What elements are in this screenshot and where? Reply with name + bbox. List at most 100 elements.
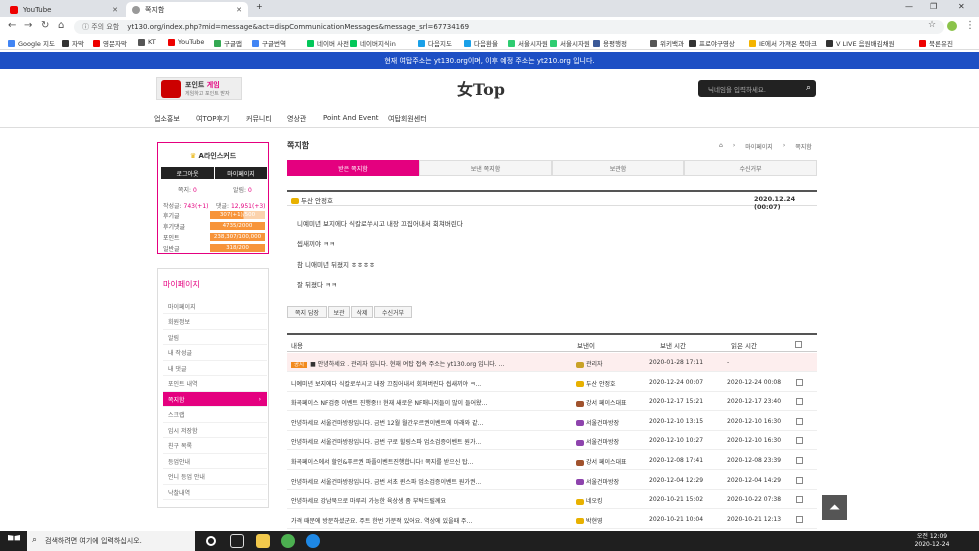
bookmark-item[interactable]: 북론유진 <box>919 38 953 48</box>
close-tab-icon[interactable]: ✕ <box>236 6 242 14</box>
cortana-icon[interactable] <box>206 536 216 546</box>
table-row[interactable]: 공지 ■ 안녕하세요 . 관리자 입니다. 현재 여탑 접속 주소는 yt130.… <box>287 353 817 372</box>
bookmark-item[interactable]: 용평행정 <box>593 38 627 48</box>
minimize-button[interactable]: — <box>905 2 913 11</box>
delete-button[interactable]: 삭제 <box>351 306 373 318</box>
back-icon[interactable]: ← <box>8 20 16 31</box>
table-row[interactable]: 화곡페이스 NF검증 이벤트 진행중!! 현재 새로운 NF매니저들이 많이 들… <box>287 392 817 412</box>
bookmark-item[interactable]: 네이버 사전 <box>307 38 349 48</box>
bookmark-item[interactable]: 위키백과 <box>650 38 684 48</box>
bookmark-item[interactable]: 자막 <box>62 38 84 48</box>
nickname-search-input[interactable]: 닉네임을 입력하세요. ⌕ <box>698 80 816 97</box>
bookmark-item[interactable]: 영문자막 <box>93 38 127 48</box>
menu-item-point-event[interactable]: Point And Event <box>323 114 379 122</box>
bookmark-item[interactable]: IE에서 가져온 북마크 <box>749 38 817 48</box>
point-game-banner[interactable]: 포인트 게임 게임하고 포인트 받자 <box>156 77 242 100</box>
message-subject[interactable]: 공지 ■ 안녕하세요 . 관리자 입니다. 현재 여탑 접속 주소는 yt130.… <box>291 359 541 368</box>
bookmark-item[interactable]: 구글맵 <box>214 38 242 48</box>
maximize-button[interactable]: ❐ <box>930 2 937 11</box>
tab-inbox[interactable]: 받은 쪽지함 <box>287 160 419 176</box>
message-sender[interactable]: 네오킹 <box>576 496 603 505</box>
tab-messages[interactable]: 쪽지함 ✕ <box>126 2 248 17</box>
block-button[interactable]: 수신거부 <box>374 306 412 318</box>
menu-item-promo[interactable]: 업소홍보 <box>154 114 180 124</box>
edge-icon[interactable] <box>306 534 320 548</box>
chrome-icon[interactable] <box>281 534 295 548</box>
message-sender[interactable]: 관리자 <box>576 359 603 368</box>
bookmark-item[interactable]: 프로야구영상 <box>689 38 735 48</box>
table-row[interactable]: 화곡페이스에서 할인&푸르권 파플이벤트진행합니다! 쪽지를 받으신 탑... 강… <box>287 451 817 470</box>
message-subject[interactable]: 화곡페이스 NF검증 이벤트 진행중!! 현재 새로운 NF매니저들이 많이 들… <box>291 398 541 407</box>
scroll-top-button[interactable]: ⏶ <box>822 495 847 520</box>
menu-item-reviews[interactable]: 여TOP후기 <box>196 114 229 124</box>
message-subject[interactable]: 니예미년 보지에다 식칼로쑤시고 내장 끄집어내서 회쳐버린다 씹새끼야 ㅋ..… <box>291 379 541 388</box>
menu-item-video[interactable]: 영상관 <box>287 114 306 124</box>
mypage-item[interactable]: 포인트 내역 <box>163 377 267 392</box>
tab-youtube[interactable]: YouTube ✕ <box>4 2 124 17</box>
table-row[interactable]: 안녕하세요 서울건마방장입니다. 금번 서초 퀸스파 업소검증이벤트 원가권..… <box>287 471 817 490</box>
menu-kebab-icon[interactable]: ⋮ <box>965 20 975 31</box>
message-sender[interactable]: 두산 안정호 <box>291 195 333 205</box>
mypage-item[interactable]: 낙찰내역 <box>163 485 267 500</box>
bookmark-item[interactable]: 다음지도 <box>418 38 452 48</box>
mypage-button[interactable]: 마이페이지 <box>215 167 267 179</box>
message-sender[interactable]: 박현영 <box>576 516 603 525</box>
site-logo[interactable]: 女Top <box>457 76 505 100</box>
row-checkbox[interactable] <box>796 476 803 484</box>
message-subject[interactable]: 안녕하세요 서울건마방장입니다. 금번 서초 퀸스파 업소검증이벤트 원가권..… <box>291 477 541 486</box>
message-sender[interactable]: 서울건마방장 <box>576 418 619 427</box>
select-all-checkbox[interactable] <box>795 341 802 348</box>
system-clock[interactable]: 오전 12:09 2020-12-24 <box>912 533 952 549</box>
message-subject[interactable]: 안녕하세요 서울건마방장입니다. 금번 12월 월간우르권이벤트에 아래와 같.… <box>291 418 541 427</box>
bookmark-item[interactable]: 서울시자원 <box>508 38 548 48</box>
windows-start-icon[interactable] <box>8 535 20 541</box>
bookmark-item[interactable]: V LIVE 음원배김채원 <box>826 38 895 48</box>
tab-sent[interactable]: 보낸 쪽지함 <box>419 160 552 176</box>
archive-button[interactable]: 보관 <box>328 306 350 318</box>
message-subject[interactable]: 안녕하세요 강남묵으로 마루리 가능한 육상생 좀 부탁드릴께요 <box>291 496 541 505</box>
bookmark-item[interactable]: Google 지도 <box>8 38 55 48</box>
tab-blocked[interactable]: 수신거부 <box>684 160 817 176</box>
profile-avatar[interactable] <box>947 21 957 31</box>
mypage-item[interactable]: 내 작성글 <box>163 346 267 361</box>
message-sender[interactable]: 두산 안정호 <box>576 379 616 388</box>
bookmark-item[interactable]: YouTube <box>168 38 204 46</box>
menu-item-community[interactable]: 커뮤니티 <box>246 114 272 124</box>
row-checkbox[interactable] <box>796 378 803 386</box>
table-row[interactable]: 안녕하세요 강남묵으로 마루리 가능한 육상생 좀 부탁드릴께요 네오킹 2020-… <box>287 490 817 510</box>
task-view-icon[interactable] <box>230 534 244 548</box>
reply-button[interactable]: 쪽지 답장 <box>287 306 327 318</box>
search-icon[interactable]: ⌕ <box>806 83 811 93</box>
table-row[interactable]: 안녕하세요 서울건마방장입니다. 금번 구로 힐링스파 업소검증이벤트 원가..… <box>287 431 817 451</box>
row-checkbox[interactable] <box>796 457 803 464</box>
alarm-count[interactable]: 알림: 0 <box>233 185 252 194</box>
home-icon[interactable]: ⌂ <box>58 20 64 31</box>
mypage-item[interactable]: 쪽지함 › <box>163 392 267 407</box>
bookmark-item[interactable]: 네이버지식in <box>350 38 396 48</box>
note-count[interactable]: 쪽지: 0 <box>178 185 197 194</box>
reload-icon[interactable]: ↻ <box>41 20 49 31</box>
row-checkbox[interactable] <box>796 398 803 406</box>
home-icon[interactable]: ⌂ <box>719 142 723 151</box>
message-sender[interactable]: 강서 페이스대표 <box>576 398 627 407</box>
taskbar-search-input[interactable]: ⌕ 검색하려면 여기에 입력하십시오. <box>27 531 195 551</box>
mypage-item[interactable]: 스크랩 <box>163 408 267 423</box>
message-sender[interactable]: 서울건마방장 <box>576 437 619 446</box>
mypage-item[interactable]: 임시 저장함 <box>163 423 267 438</box>
table-row[interactable]: 가격 때문에 방문하셨군요. 주트 한번 가분적 있어요. 역상에 있을때 주.… <box>287 510 817 529</box>
forward-icon[interactable]: → <box>24 20 32 31</box>
menu-item-member-center[interactable]: 여탑회원센터 <box>388 114 427 124</box>
row-checkbox[interactable] <box>796 515 803 523</box>
table-row[interactable]: 니예미년 보지에다 식칼로쑤시고 내장 끄집어내서 회쳐버린다 씹새끼야 ㅋ..… <box>287 373 817 392</box>
new-tab-button[interactable]: + <box>256 2 263 11</box>
tab-archive[interactable]: 보관함 <box>552 160 684 176</box>
mypage-item[interactable]: 알림 <box>163 330 267 345</box>
mypage-item[interactable]: 언니 등업 안내 <box>163 470 267 485</box>
row-checkbox[interactable] <box>796 417 803 425</box>
mypage-item[interactable]: 마이페이지 <box>163 299 267 314</box>
mypage-item[interactable]: 회원정보 <box>163 315 267 330</box>
mypage-item[interactable]: 내 댓글 <box>163 361 267 376</box>
logout-button[interactable]: 로그아웃 <box>161 167 214 179</box>
close-tab-icon[interactable]: ✕ <box>112 6 118 14</box>
bookmark-item[interactable]: 다음환율 <box>464 38 498 48</box>
